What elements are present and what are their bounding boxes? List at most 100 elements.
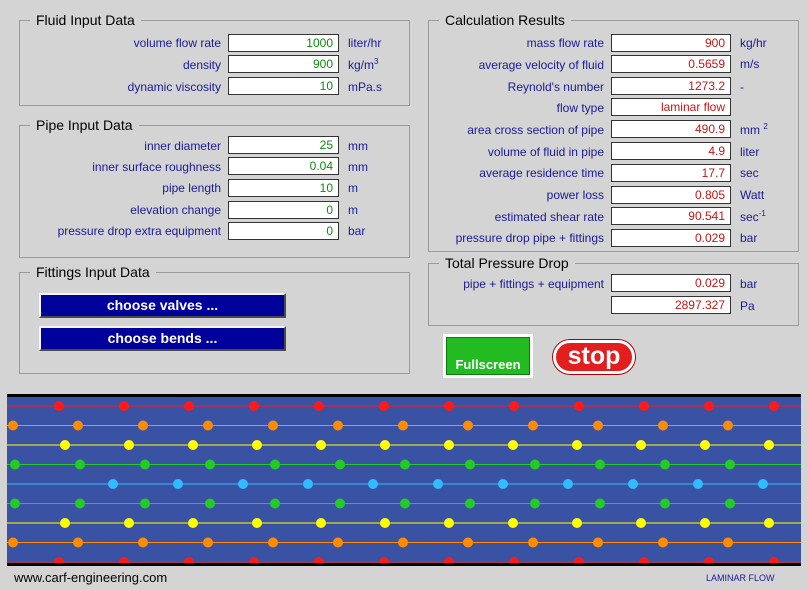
flow-particle	[173, 479, 183, 489]
flow-particle	[379, 557, 389, 563]
choose-valves-button[interactable]: choose valves ...	[39, 293, 286, 318]
flow-particle	[188, 440, 198, 450]
pipe-input-title: Pipe Input Data	[30, 115, 139, 135]
reynolds-number-label: Reynold's number	[507, 80, 604, 94]
flow-particle	[769, 401, 779, 411]
flow-particle	[572, 440, 582, 450]
flow-particle	[314, 557, 324, 563]
total-pressure-bar-value: 0.029	[611, 274, 731, 292]
flow-particle	[660, 459, 670, 470]
density-unit: kg/m3	[348, 57, 379, 72]
flow-type-value: laminar flow	[611, 98, 731, 116]
flow-particle	[593, 537, 603, 548]
flow-particle	[270, 459, 280, 470]
flow-particle	[303, 479, 313, 489]
pipe-length-label: pipe length	[162, 181, 221, 195]
flow-particle	[316, 440, 326, 450]
pipe-length-input[interactable]: 10	[228, 179, 339, 197]
flow-particle	[700, 518, 710, 528]
flow-particle	[124, 518, 134, 528]
flow-particle	[528, 420, 538, 431]
flow-particle	[444, 440, 454, 450]
mass-flow-rate-value: 900	[611, 34, 731, 52]
flow-particle	[184, 557, 194, 563]
flow-particle	[530, 459, 540, 470]
flow-particle	[465, 498, 475, 509]
avg-velocity-unit: m/s	[740, 57, 760, 71]
flow-particle	[10, 459, 20, 470]
flow-particle	[574, 401, 584, 411]
flow-particle	[509, 557, 519, 563]
flow-particle	[119, 401, 129, 411]
total-pressure-pa-value: 2897.327	[611, 296, 731, 314]
flow-particle	[60, 440, 70, 450]
flow-particle	[700, 440, 710, 450]
pipe-length-unit: m	[348, 181, 358, 195]
shear-rate-value: 90.541	[611, 207, 731, 225]
elevation-change-unit: m	[348, 203, 358, 217]
flow-particle	[595, 498, 605, 509]
dynamic-viscosity-input[interactable]: 10	[228, 77, 339, 95]
flow-particle	[368, 479, 378, 489]
flow-particle	[73, 420, 83, 431]
flow-particle	[316, 518, 326, 528]
flow-particle	[108, 479, 118, 489]
flow-particle	[444, 401, 454, 411]
flow-particle	[563, 479, 573, 489]
flow-particle	[335, 498, 345, 509]
flow-particle	[249, 401, 259, 411]
flow-particle	[75, 459, 85, 470]
mass-flow-rate-label: mass flow rate	[526, 36, 604, 50]
volume-in-pipe-value: 4.9	[611, 142, 731, 160]
flow-particle	[704, 401, 714, 411]
flow-particle	[314, 401, 324, 411]
website-link[interactable]: www.carf-engineering.com	[14, 570, 167, 585]
flow-visualization	[7, 394, 801, 566]
flow-particle	[138, 420, 148, 431]
dynamic-viscosity-label: dynamic viscosity	[127, 80, 221, 94]
flow-particle	[769, 557, 779, 563]
flow-particle	[498, 479, 508, 489]
flow-particle	[333, 537, 343, 548]
flow-particle	[758, 479, 768, 489]
shear-rate-label: estimated shear rate	[494, 210, 604, 224]
flow-particle	[725, 498, 735, 509]
avg-velocity-label: average velocity of fluid	[478, 58, 604, 72]
calc-results-title: Calculation Results	[439, 10, 571, 30]
inner-diameter-input[interactable]: 25	[228, 136, 339, 154]
flow-particle	[270, 498, 280, 509]
density-label: density	[182, 58, 221, 72]
density-input[interactable]: 900	[228, 55, 339, 73]
flow-particle	[268, 420, 278, 431]
flow-particle	[140, 459, 150, 470]
flow-particle	[119, 557, 129, 563]
pressure-drop-extra-input[interactable]: 0	[228, 222, 339, 240]
flow-particle	[658, 420, 668, 431]
pressure-drop-extra-label: pressure drop extra equipment	[57, 224, 221, 238]
flow-particle	[723, 537, 733, 548]
residence-time-unit: sec	[740, 166, 759, 180]
pressure-drop-extra-unit: bar	[348, 224, 366, 238]
total-pressure-title: Total Pressure Drop	[439, 253, 575, 273]
volume-flow-rate-input[interactable]: 1000	[228, 34, 339, 52]
surface-roughness-unit: mm	[348, 160, 368, 174]
power-loss-value: 0.805	[611, 186, 731, 204]
reynolds-number-value: 1273.2	[611, 77, 731, 95]
flow-particle	[400, 498, 410, 509]
flow-particle	[595, 459, 605, 470]
volume-flow-rate-label: volume flow rate	[133, 36, 221, 50]
volume-in-pipe-label: volume of fluid in pipe	[487, 145, 604, 159]
surface-roughness-input[interactable]: 0.04	[228, 157, 339, 175]
flow-particle	[73, 537, 83, 548]
fullscreen-button[interactable]: Fullscreen	[443, 334, 533, 378]
reynolds-number-unit: -	[740, 80, 744, 94]
fittings-input-group: Fittings Input Data	[19, 262, 410, 374]
flow-particle	[444, 557, 454, 563]
choose-bends-button[interactable]: choose bends ...	[39, 326, 286, 351]
flow-particle	[465, 459, 475, 470]
volume-flow-rate-unit: liter/hr	[348, 36, 382, 50]
elevation-change-input[interactable]: 0	[228, 201, 339, 219]
mass-flow-rate-unit: kg/hr	[740, 36, 767, 50]
flow-particle	[54, 557, 64, 563]
stop-button[interactable]: stop	[553, 340, 635, 374]
